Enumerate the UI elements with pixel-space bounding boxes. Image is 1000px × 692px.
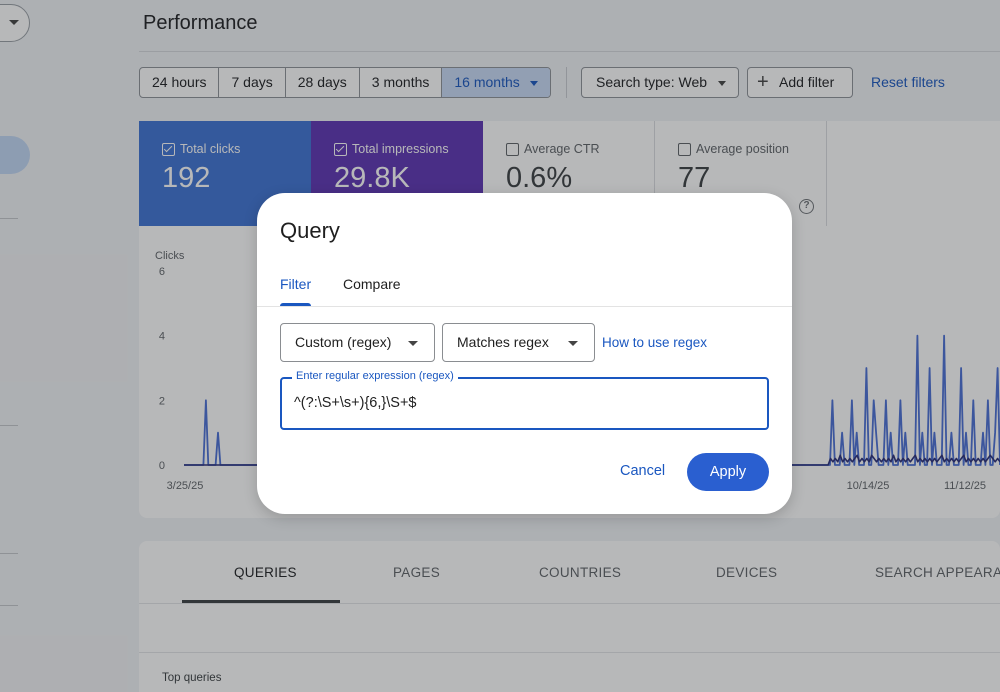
- tab-filter[interactable]: Filter: [280, 276, 311, 292]
- dialog-title: Query: [280, 218, 340, 243]
- filter-dimension-value: Custom (regex): [295, 334, 392, 350]
- chevron-down-icon: [408, 341, 418, 346]
- regex-help-link[interactable]: How to use regex: [602, 335, 707, 350]
- tab-compare[interactable]: Compare: [343, 276, 401, 292]
- query-filter-dialog: Query Filter Compare Custom (regex) Matc…: [257, 193, 792, 514]
- regex-input[interactable]: [294, 395, 754, 411]
- divider: [257, 306, 792, 307]
- apply-button[interactable]: Apply: [687, 453, 769, 491]
- filter-dimension-select[interactable]: Custom (regex): [280, 323, 435, 362]
- filter-operator-select[interactable]: Matches regex: [442, 323, 595, 362]
- filter-operator-value: Matches regex: [457, 334, 549, 350]
- cancel-button[interactable]: Cancel: [620, 463, 665, 479]
- regex-field: Enter regular expression (regex): [280, 370, 769, 430]
- chevron-down-icon: [568, 341, 578, 346]
- regex-field-label: Enter regular expression (regex): [292, 370, 458, 382]
